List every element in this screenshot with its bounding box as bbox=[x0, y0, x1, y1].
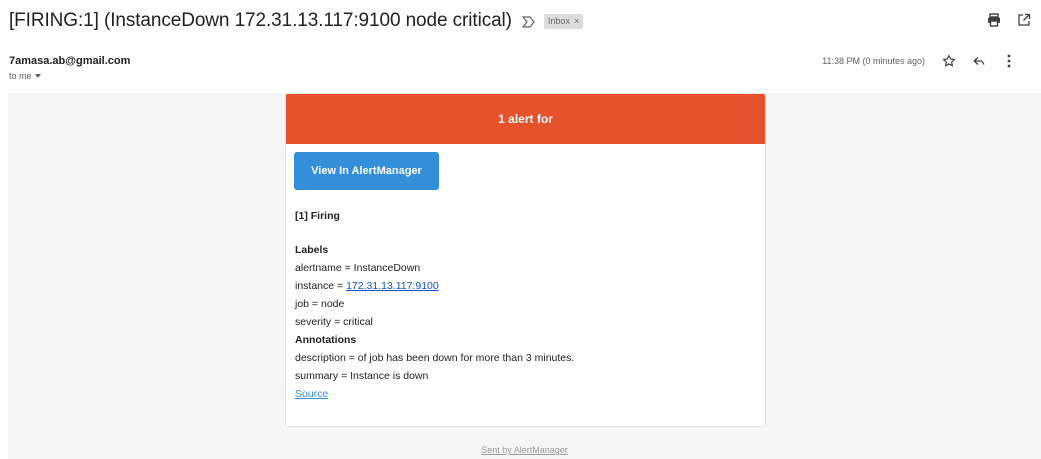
labels-heading: Labels bbox=[295, 244, 329, 256]
view-in-alertmanager-button[interactable]: View In AlertManager bbox=[294, 152, 439, 190]
message-meta: 11:38 PM (0 minutes ago) bbox=[822, 53, 1017, 69]
label-instance: instance = 172.31.13.117:9100 bbox=[295, 277, 574, 295]
alert-banner: 1 alert for bbox=[286, 94, 765, 144]
email-subject: [FIRING:1] (InstanceDown 172.31.13.117:9… bbox=[9, 10, 512, 31]
remove-label-icon[interactable]: × bbox=[574, 16, 579, 26]
important-marker-icon[interactable] bbox=[521, 15, 536, 28]
reply-icon[interactable] bbox=[971, 53, 987, 69]
firing-heading: [1] Firing bbox=[295, 210, 340, 222]
label-instance-key: instance = bbox=[295, 280, 347, 292]
sent-by-link[interactable]: Sent by AlertManager bbox=[8, 445, 1041, 455]
sender-email: 7amasa.ab@gmail.com bbox=[9, 55, 131, 67]
annotation-summary: summary = Instance is down bbox=[295, 370, 429, 382]
inbox-label-chip[interactable]: Inbox × bbox=[543, 13, 584, 29]
recipient-toggle[interactable]: to me bbox=[9, 71, 41, 81]
label-job: job = node bbox=[295, 298, 345, 310]
source-link[interactable]: Source bbox=[295, 388, 328, 400]
alert-details: [1] Firing Labels alertname = InstanceDo… bbox=[295, 207, 574, 403]
star-icon[interactable] bbox=[941, 53, 957, 69]
instance-link[interactable]: 172.31.13.117:9100 bbox=[346, 280, 439, 292]
alert-card: 1 alert for View In AlertManager [1] Fir… bbox=[285, 93, 766, 427]
annotation-description: description = of job has been down for m… bbox=[295, 352, 575, 364]
label-alertname: alertname = InstanceDown bbox=[295, 262, 421, 274]
chevron-down-icon bbox=[34, 74, 41, 78]
more-vert-icon[interactable] bbox=[1001, 53, 1017, 69]
subject-row: [FIRING:1] (InstanceDown 172.31.13.117:9… bbox=[9, 8, 584, 34]
header-actions bbox=[986, 12, 1032, 28]
recipient-text: to me bbox=[9, 71, 32, 81]
inbox-label-text: Inbox bbox=[547, 16, 570, 26]
timestamp: 11:38 PM (0 minutes ago) bbox=[822, 56, 925, 66]
email-body: 1 alert for View In AlertManager [1] Fir… bbox=[8, 93, 1041, 459]
open-new-window-icon[interactable] bbox=[1016, 12, 1032, 28]
annotations-heading: Annotations bbox=[295, 334, 357, 346]
label-severity: severity = critical bbox=[295, 316, 373, 328]
printer-icon[interactable] bbox=[986, 12, 1002, 28]
